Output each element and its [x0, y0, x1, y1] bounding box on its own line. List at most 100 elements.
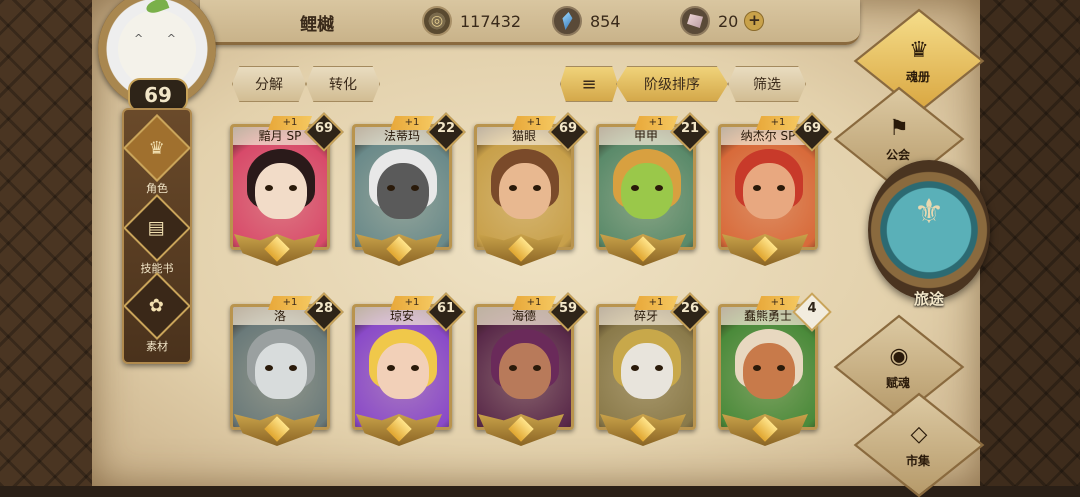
character-card[interactable]: 洛 +1 28: [222, 292, 344, 454]
nav-soul-book-label: 魂册: [905, 70, 930, 84]
card-level: 69: [558, 121, 578, 136]
card-eye-right: [411, 365, 419, 371]
card-eye-left: [631, 365, 639, 371]
card-eye-left: [509, 185, 517, 191]
character-card[interactable]: 海德 +1 59: [466, 292, 588, 454]
player-level-badge: 69: [128, 78, 188, 112]
card-eye-right: [411, 185, 419, 191]
gem-icon: ◇: [910, 422, 928, 447]
card-eye-right: [655, 185, 663, 191]
avatar-eyes: ^ ^: [134, 32, 186, 45]
card-eye-right: [533, 185, 541, 191]
card-plus-tag: +1: [390, 296, 434, 310]
card-level: 59: [558, 301, 578, 316]
character-card[interactable]: 猫眼 +1 69: [466, 112, 588, 274]
nav-endow[interactable]: ◉ 赋魂: [833, 314, 965, 420]
card-face: [255, 343, 307, 399]
card-eye-left: [387, 185, 395, 191]
card-face: [255, 163, 307, 219]
mask-icon: ♛: [123, 114, 191, 182]
card-level: 61: [436, 301, 456, 316]
card-eye-left: [265, 185, 273, 191]
nav-soul-book[interactable]: ♛ 魂册: [853, 8, 985, 114]
card-face: [499, 343, 551, 399]
card-eye-right: [533, 365, 541, 371]
card-eye-right: [777, 365, 785, 371]
gold-amount: 117432: [460, 11, 522, 31]
card-plus-tag: +1: [634, 116, 678, 130]
character-card[interactable]: 琼安 +1 61: [344, 292, 466, 454]
card-plus-tag: +1: [268, 296, 312, 310]
convert-button[interactable]: 转化: [306, 66, 380, 102]
player-name: 鲤樾: [300, 15, 334, 35]
shard-display: 20 +: [680, 6, 765, 36]
card-face: [743, 163, 795, 219]
crystal-icon: [552, 6, 582, 36]
nav-market-label: 市集: [905, 454, 930, 468]
character-card[interactable]: 碎牙 +1 26: [588, 292, 710, 454]
card-eye-left: [631, 185, 639, 191]
card-plus-tag: +1: [512, 116, 556, 130]
card-eye-right: [777, 185, 785, 191]
character-card[interactable]: 蠢熊勇士 +1 4: [710, 292, 832, 454]
crown-icon: ♛: [909, 38, 929, 63]
card-plus-tag: +1: [390, 116, 434, 130]
sort-lines-icon: ≡: [581, 73, 597, 95]
card-eye-right: [655, 365, 663, 371]
avatar-face: [118, 10, 196, 88]
card-level: 69: [314, 121, 334, 136]
character-card[interactable]: 黯月 SP +1 69: [222, 112, 344, 274]
card-level: 22: [436, 121, 456, 136]
trident-icon: ⚜: [913, 192, 945, 232]
card-level: 4: [807, 301, 817, 316]
card-eye-left: [387, 365, 395, 371]
crystal-display: 854: [552, 6, 621, 36]
card-plus-tag: +1: [268, 116, 312, 130]
shard-amount: 20: [718, 11, 739, 31]
card-plus-tag: +1: [756, 296, 800, 310]
journey-label: 旅途: [913, 290, 944, 308]
card-face: [621, 343, 673, 399]
tier-sort-button[interactable]: 阶级排序: [616, 66, 728, 102]
card-plus-tag: +1: [512, 296, 556, 310]
card-plus-tag: +1: [756, 116, 800, 130]
card-level: 21: [680, 121, 700, 136]
nav-endow-label: 赋魂: [885, 376, 910, 390]
card-eye-left: [753, 185, 761, 191]
card-eye-left: [753, 365, 761, 371]
card-face: [743, 343, 795, 399]
gold-display: ◎ 117432: [422, 6, 521, 36]
character-card[interactable]: 纳杰尔 SP +1 69: [710, 112, 832, 274]
left-nav: ♛ 角色 ▤ 技能书 ✿ 素材: [122, 108, 192, 364]
card-eye-left: [265, 365, 273, 371]
nav-item-skillbook[interactable]: ▤ 技能书: [123, 194, 191, 275]
card-face: [621, 163, 673, 219]
nav-item-role[interactable]: ♛ 角色: [123, 114, 191, 195]
swirl-icon: ◉: [889, 344, 909, 369]
book-icon: ▤: [123, 194, 191, 262]
card-face: [499, 163, 551, 219]
decompose-button[interactable]: 分解: [232, 66, 306, 102]
card-face: [377, 163, 429, 219]
card-level: 69: [802, 121, 822, 136]
character-card[interactable]: 法蒂玛 +1 22: [344, 112, 466, 274]
crystal-amount: 854: [590, 11, 621, 31]
sort-order-button[interactable]: ≡: [560, 66, 618, 102]
card-plus-tag: +1: [634, 296, 678, 310]
journey-button[interactable]: ⚜ 旅途: [868, 160, 990, 308]
card-eye-left: [509, 365, 517, 371]
shard-icon: [680, 6, 710, 36]
nav-item-material[interactable]: ✿ 素材: [123, 272, 191, 353]
nav-market[interactable]: ◇ 市集: [853, 392, 985, 497]
card-level: 26: [680, 301, 700, 316]
guild-icon: ⚑: [889, 116, 909, 141]
card-face: [377, 343, 429, 399]
add-shard-button[interactable]: +: [744, 11, 765, 31]
card-eye-right: [289, 185, 297, 191]
material-icon: ✿: [123, 272, 191, 340]
card-level: 28: [314, 301, 334, 316]
card-eye-right: [289, 365, 297, 371]
filter-button[interactable]: 筛选: [728, 66, 806, 102]
gold-coin-icon: ◎: [422, 6, 452, 36]
character-card[interactable]: 甲甲 +1 21: [588, 112, 710, 274]
